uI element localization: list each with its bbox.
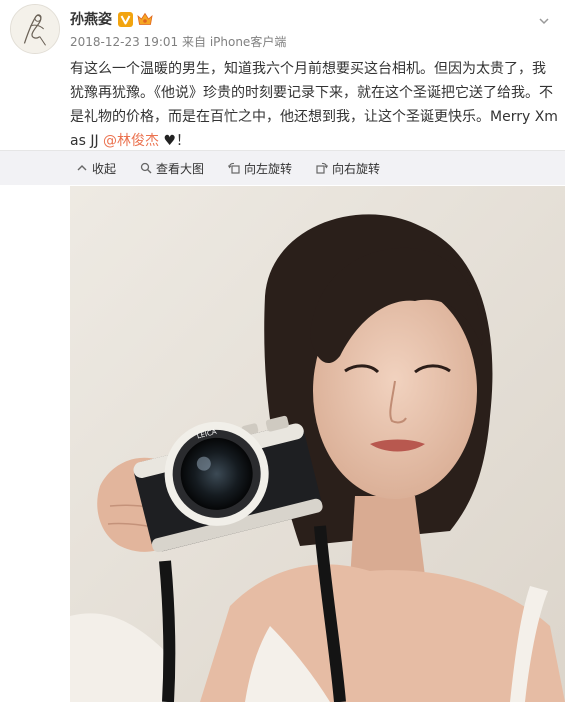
vip-crown-icon[interactable]	[137, 12, 153, 26]
avatar-sketch-icon	[11, 5, 59, 53]
photo-illustration: LEICA	[70, 186, 565, 702]
rotate-right-icon	[316, 162, 328, 174]
rotate-left-label: 向左旋转	[244, 161, 293, 176]
username[interactable]: 孙燕姿	[70, 9, 112, 29]
post-meta: 2018-12-23 19:01 来自 iPhone客户端	[70, 33, 286, 50]
rotate-right-label: 向右旋转	[332, 161, 381, 176]
post-source[interactable]: iPhone客户端	[210, 35, 287, 49]
view-large-label: 查看大图	[156, 161, 205, 176]
post-text-end: ！	[176, 133, 191, 149]
media-toolbar: 收起 查看大图 向左旋转 向右旋转	[0, 150, 565, 185]
rotate-left-icon	[228, 162, 240, 174]
user-line: 孙燕姿	[70, 8, 153, 30]
post-photo[interactable]: LEICA	[70, 186, 565, 702]
post-text: 有这么一个温暖的男生，知道我六个月前想要买这台相机。但因为太贵了，我犹豫再犹豫。…	[70, 57, 558, 153]
mention-link[interactable]: @林俊杰	[103, 133, 159, 149]
verified-v-icon[interactable]	[118, 11, 133, 27]
magnifier-icon	[140, 162, 152, 174]
avatar[interactable]	[10, 4, 60, 54]
rotate-right-button[interactable]: 向右旋转	[316, 160, 380, 177]
chevron-down-icon[interactable]	[537, 14, 551, 28]
post-header: 孙燕姿 2018-12-23 19:01 来自 iPhone客户端	[0, 0, 565, 60]
view-large-button[interactable]: 查看大图	[140, 160, 204, 177]
collapse-label: 收起	[92, 161, 117, 176]
collapse-icon	[77, 165, 87, 171]
rotate-left-button[interactable]: 向左旋转	[228, 160, 292, 177]
collapse-button[interactable]: 收起	[76, 160, 116, 177]
post-timestamp[interactable]: 2018-12-23 19:01	[70, 35, 178, 49]
source-prefix: 来自	[181, 35, 206, 49]
heart-emoji: ♥	[163, 133, 177, 149]
